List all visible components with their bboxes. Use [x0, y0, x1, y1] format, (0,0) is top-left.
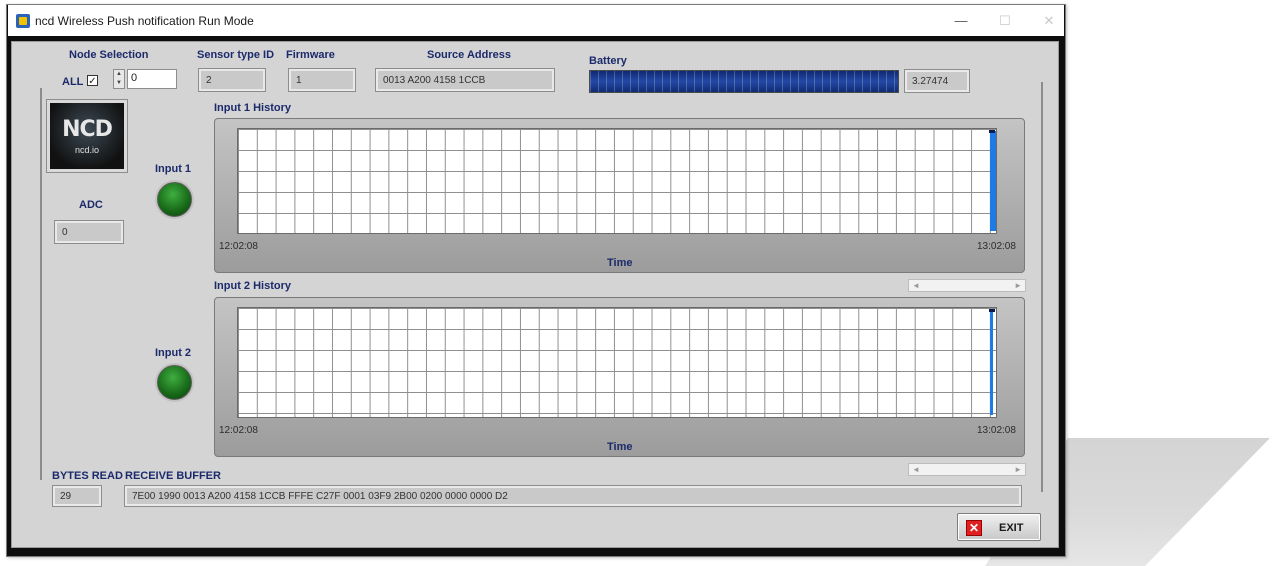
spinner-down-icon[interactable]: ▼ [114, 79, 124, 88]
firmware-field: 1 [288, 68, 356, 92]
node-spinner[interactable]: ▲ ▼ [113, 69, 125, 89]
chart2-x-tick-start: 12:02:08 [219, 425, 258, 436]
logo-subtext: ncd.io [74, 145, 100, 155]
all-label: ALL [62, 76, 84, 88]
chart1-x-tick-start: 12:02:08 [219, 241, 258, 252]
chart2-plot-area [237, 307, 997, 418]
left-separator [40, 88, 42, 480]
input2-history-chart [214, 297, 1025, 457]
scroll-right-icon[interactable]: ► [1014, 281, 1022, 290]
chart1-plot-area [237, 128, 997, 234]
minimize-button[interactable]: — [946, 11, 976, 31]
input1-label: Input 1 [155, 163, 192, 175]
exit-button[interactable]: ✕ EXIT [957, 513, 1041, 541]
title-bar: ncd Wireless Push notification Run Mode … [8, 5, 1064, 36]
bytes-read-label: BYTES READ [52, 470, 123, 482]
node-input[interactable]: 0 [127, 69, 177, 89]
bytes-read-field: 29 [52, 485, 102, 507]
input1-led-indicator [157, 182, 192, 217]
input2-led-indicator [157, 365, 192, 400]
receive-buffer-field: 7E00 1990 0013 A200 4158 1CCB FFFE C27F … [124, 485, 1022, 507]
app-icon [16, 14, 30, 28]
chart1-scrollbar[interactable]: ◄ ► [908, 279, 1026, 292]
chart1-series-line [990, 131, 996, 231]
chart2-x-tick-end: 13:02:08 [977, 425, 1016, 436]
source-address-field: 0013 A200 4158 1CCB [375, 68, 555, 92]
battery-label: Battery [589, 55, 627, 67]
right-separator [1041, 82, 1043, 492]
adc-label: ADC [79, 199, 103, 211]
exit-label: EXIT [999, 522, 1024, 534]
firmware-label: Firmware [286, 49, 335, 61]
chart2-scrollbar[interactable]: ◄ ► [908, 463, 1026, 476]
maximize-button[interactable]: ☐ [990, 11, 1020, 31]
battery-value-field: 3.27474 [904, 69, 970, 93]
ncd-logo: NCD ncd.io [46, 99, 128, 173]
battery-progress-bar [589, 70, 899, 93]
scroll-left-icon[interactable]: ◄ [912, 281, 920, 290]
chart1-series-endpoint [989, 130, 995, 133]
chart1-title: Input 1 History [214, 102, 292, 114]
chart2-title: Input 2 History [214, 280, 292, 292]
chart1-x-axis-label: Time [607, 257, 633, 269]
input1-history-chart [214, 118, 1025, 273]
node-selection-label: Node Selection [69, 49, 149, 61]
input2-label: Input 2 [155, 347, 192, 359]
chart2-x-axis-label: Time [607, 441, 633, 453]
chart2-series-line [990, 310, 993, 415]
chart2-series-endpoint [989, 309, 995, 312]
window-title: ncd Wireless Push notification Run Mode [35, 14, 254, 28]
sensor-type-label: Sensor type ID [197, 49, 275, 61]
spinner-up-icon[interactable]: ▲ [114, 70, 124, 79]
source-address-label: Source Address [427, 49, 511, 61]
sensor-type-field: 2 [198, 68, 266, 92]
close-button[interactable]: ✕ [1034, 11, 1064, 31]
scroll-right-icon[interactable]: ► [1014, 465, 1022, 474]
receive-buffer-label: RECEIVE BUFFER [125, 470, 221, 482]
close-x-icon: ✕ [966, 520, 982, 536]
logo-text: NCD [62, 117, 113, 142]
all-checkbox[interactable]: ✓ [87, 75, 98, 87]
adc-field: 0 [54, 220, 124, 244]
scroll-left-icon[interactable]: ◄ [912, 465, 920, 474]
chart1-x-tick-end: 13:02:08 [977, 241, 1016, 252]
